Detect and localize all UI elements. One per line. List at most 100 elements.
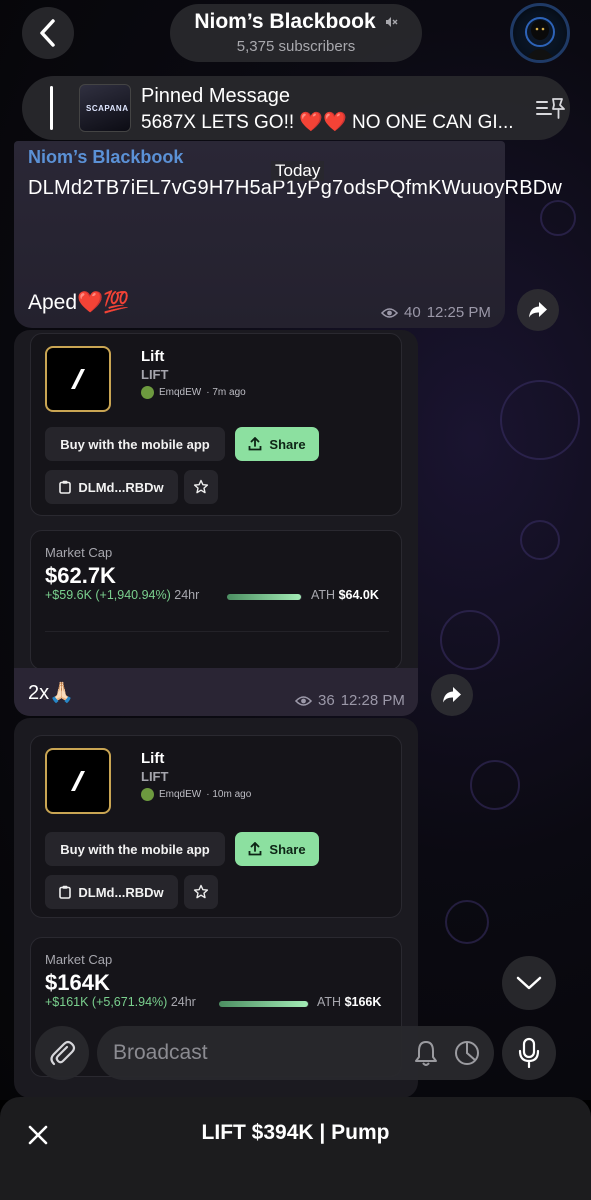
- market-cap-value: $62.7K: [45, 563, 116, 588]
- share-label: Share: [269, 841, 306, 857]
- buy-mobile-app-button[interactable]: Buy with the mobile app: [45, 427, 225, 461]
- change-period: 24hr: [174, 588, 200, 602]
- back-button[interactable]: [22, 7, 74, 59]
- buy-label: Buy with the mobile app: [60, 841, 210, 857]
- view-count: 36: [318, 692, 335, 709]
- creator-name: EmqdEW: [159, 387, 202, 398]
- wallpaper-doodle: [440, 610, 500, 670]
- market-cap-card: Market Cap $62.7K +$59.6K (+1,940.94%) 2…: [30, 530, 402, 670]
- copy-address-button[interactable]: DLMd...RBDw: [45, 470, 178, 504]
- share-label: Share: [269, 436, 306, 452]
- share-icon: [249, 842, 262, 856]
- favorite-button[interactable]: [184, 875, 218, 909]
- speaker-muted-icon: [385, 17, 398, 27]
- message-time: 12:28 PM: [340, 692, 405, 709]
- paperclip-icon: [50, 1040, 76, 1066]
- copy-address-button[interactable]: DLMd...RBDw: [45, 875, 178, 909]
- message-meta: 40 12:25 PM: [381, 304, 491, 321]
- forward-button[interactable]: [431, 674, 473, 716]
- wallpaper-doodle: [520, 520, 560, 560]
- buy-mobile-app-button[interactable]: Buy with the mobile app: [45, 832, 225, 866]
- slash-logo-icon: [71, 369, 85, 389]
- token-creator: EmqdEW · 7m ago: [141, 386, 246, 399]
- message-caption: 2x🙏🏻: [28, 682, 75, 704]
- forward-button[interactable]: [517, 289, 559, 331]
- message-time: 12:25 PM: [426, 304, 491, 321]
- ath-label: ATH: [311, 588, 336, 602]
- token-name: Lift: [141, 750, 165, 767]
- market-cap-change: +$59.6K (+1,940.94%) 24hr: [45, 588, 199, 602]
- buy-label: Buy with the mobile app: [60, 436, 210, 452]
- ath-progress-bar: [219, 1001, 309, 1007]
- slash-logo-icon: [71, 771, 85, 791]
- pinned-thumbnail: SCAPANA: [79, 84, 131, 132]
- pinned-title: Pinned Message: [141, 85, 290, 107]
- pin-list-icon[interactable]: [535, 96, 565, 122]
- token-age: · 7m ago: [206, 387, 246, 398]
- bottom-sheet: LIFT $394K | Pump: [0, 1097, 591, 1200]
- date-separator: Today: [271, 161, 325, 181]
- ath-progress-fill: [227, 594, 301, 600]
- message-input-container[interactable]: [97, 1026, 494, 1080]
- subscriber-count: 5,375 subscribers: [236, 38, 356, 55]
- market-cap-label: Market Cap: [45, 545, 113, 560]
- token-logo: [45, 748, 111, 814]
- clipboard-icon: [59, 480, 72, 494]
- forward-arrow-icon: [529, 302, 547, 318]
- message-bubble[interactable]: Lift LIFT EmqdEW · 7m ago Buy with the m…: [14, 330, 418, 716]
- attach-button[interactable]: [35, 1026, 89, 1080]
- message-bubble[interactable]: Niom’s Blackbook DLMd2TB7iEL7vG9H7H5aP1y…: [14, 141, 563, 328]
- ath-display: ATH $64.0K: [311, 588, 379, 602]
- wallpaper-doodle: [500, 380, 580, 460]
- eye-icon: [295, 695, 312, 706]
- scroll-to-bottom-button[interactable]: [502, 956, 556, 1010]
- microphone-icon: [518, 1037, 540, 1069]
- market-cap-value: $164K: [45, 970, 110, 995]
- token-card[interactable]: Lift LIFT EmqdEW · 10m ago Buy with the …: [30, 735, 402, 918]
- ath-display: ATH $166K: [317, 995, 381, 1009]
- channel-title: Niom’s Blackbook: [194, 10, 376, 33]
- star-icon: [193, 479, 209, 494]
- share-button[interactable]: Share: [235, 427, 319, 461]
- ath-progress-bar: [227, 594, 302, 600]
- bell-icon[interactable]: [413, 1039, 439, 1067]
- forward-arrow-icon: [443, 687, 461, 703]
- channel-header[interactable]: Niom’s Blackbook 5,375 subscribers: [170, 4, 422, 62]
- sheet-title: LIFT $394K | Pump: [201, 1121, 390, 1144]
- token-logo: [45, 346, 111, 412]
- share-icon: [249, 437, 262, 451]
- change-value: +$161K (+5,671.94%): [45, 995, 168, 1009]
- share-button[interactable]: Share: [235, 832, 319, 866]
- ath-value: $166K: [344, 995, 382, 1009]
- change-value: +$59.6K (+1,940.94%): [45, 588, 171, 602]
- token-address: DLMd...RBDw: [78, 884, 164, 900]
- token-card[interactable]: Lift LIFT EmqdEW · 7m ago Buy with the m…: [30, 333, 402, 516]
- star-icon: [193, 884, 209, 899]
- broadcast-input[interactable]: [113, 1037, 403, 1069]
- wallpaper-doodle: [470, 760, 520, 810]
- schedule-timer-icon[interactable]: [453, 1039, 481, 1067]
- pinned-message-bar[interactable]: SCAPANA Pinned Message 5687X LETS GO!! ❤…: [22, 76, 570, 140]
- token-symbol: LIFT: [141, 367, 169, 382]
- token-age: · 10m ago: [206, 789, 252, 800]
- microphone-button[interactable]: [502, 1026, 556, 1080]
- chevron-down-icon: [516, 976, 542, 990]
- view-count: 40: [404, 304, 421, 321]
- token-name: Lift: [141, 348, 165, 365]
- eye-icon: [381, 307, 398, 318]
- creator-name: EmqdEW: [159, 789, 202, 800]
- ath-progress-fill: [219, 1001, 309, 1007]
- token-address: DLMd...RBDw: [78, 479, 164, 495]
- message-caption: Aped❤️💯: [28, 291, 130, 314]
- market-cap-label: Market Cap: [45, 952, 113, 967]
- change-period: 24hr: [170, 995, 196, 1009]
- market-cap-change: +$161K (+5,671.94%) 24hr: [45, 995, 196, 1009]
- message-text: DLMd2TB7iEL7vG9H7H5aP1yPg7odsPQfmKWuuoyR…: [28, 177, 563, 199]
- message-sender: Niom’s Blackbook: [28, 147, 184, 167]
- favorite-button[interactable]: [184, 470, 218, 504]
- ath-label: ATH: [317, 995, 342, 1009]
- channel-avatar[interactable]: [510, 3, 570, 63]
- ath-value: $64.0K: [338, 588, 379, 602]
- chevron-left-icon: [40, 19, 55, 47]
- clipboard-icon: [59, 885, 72, 899]
